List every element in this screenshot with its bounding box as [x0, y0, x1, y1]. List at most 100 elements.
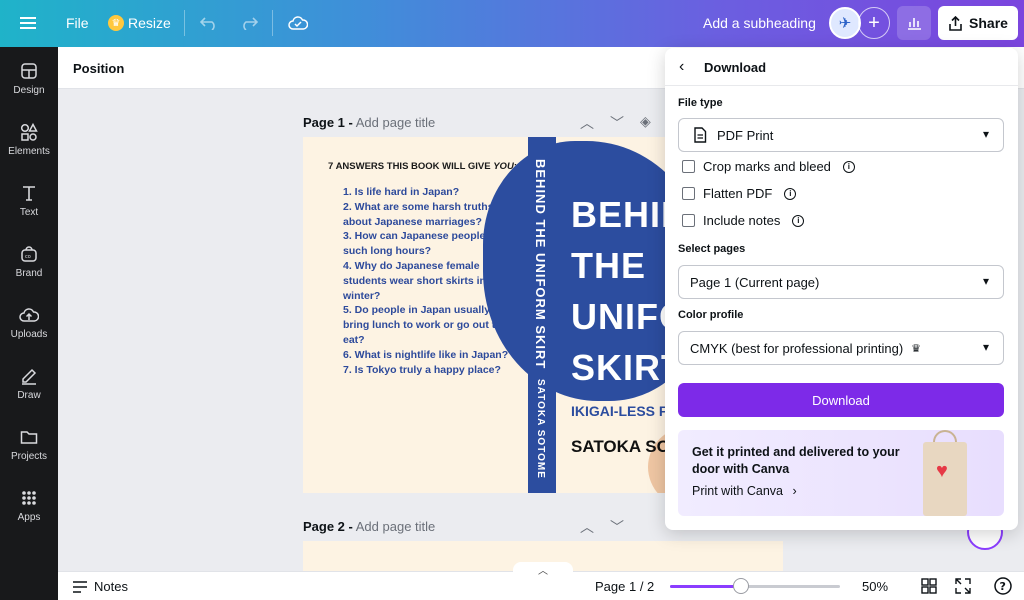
select-pages-select[interactable]: Page 1 (Current page) ▾: [678, 265, 1004, 299]
sidebar-item-label: Text: [19, 206, 39, 218]
front-cover-subtitle: IKIGAI-LESS F: [571, 403, 668, 419]
undo-icon[interactable]: [192, 6, 226, 40]
option-label: Crop marks and bleed: [703, 159, 831, 174]
text-icon: [23, 185, 35, 201]
fullscreen-icon[interactable]: [955, 578, 971, 594]
spine-author: SATOKA SOTOME: [535, 379, 546, 479]
zoom-slider-fill: [670, 585, 742, 588]
page-2-title[interactable]: Page 2 - Add page title: [303, 519, 435, 534]
page-2-controls: ︿ ﹀: [580, 517, 624, 537]
book-spine: BEHIND THE UNIFORM SKIRT SATOKA SOTOME: [528, 137, 556, 493]
include-notes-checkbox[interactable]: [682, 214, 695, 227]
page-indicator[interactable]: Page 1 / 2: [595, 579, 654, 594]
page-title-placeholder: Add page title: [355, 115, 436, 130]
color-profile-select[interactable]: CMYK (best for professional printing) ♛ …: [678, 331, 1004, 365]
sidebar-item-uploads[interactable]: Uploads: [0, 296, 58, 348]
sidebar-item-projects[interactable]: Projects: [0, 418, 58, 470]
document-icon: [694, 127, 707, 143]
chevron-down-icon: ▾: [982, 127, 989, 141]
divider: [184, 10, 185, 36]
chevron-down-icon: ▾: [982, 274, 989, 288]
back-cover-heading: 7 ANSWERS THIS BOOK WILL GIVE YOU:: [328, 161, 517, 172]
avatar[interactable]: ✈: [829, 7, 861, 39]
share-button[interactable]: Share: [938, 6, 1018, 40]
share-label: Share: [969, 15, 1008, 31]
left-sidebar: Design Elements Text co Brand Uploads Dr…: [0, 47, 58, 600]
crop-marks-checkbox[interactable]: [682, 160, 695, 173]
sidebar-item-apps[interactable]: Apps: [0, 479, 58, 531]
back-chevron-icon[interactable]: ‹: [679, 58, 684, 76]
zoom-slider-handle[interactable]: [733, 578, 750, 594]
sidebar-item-label: Uploads: [10, 328, 48, 340]
sidebar-item-draw[interactable]: Draw: [0, 357, 58, 409]
download-panel-header: ‹ Download: [665, 48, 1018, 86]
file-type-label: File type: [678, 97, 723, 109]
insights-icon[interactable]: [897, 6, 931, 40]
help-icon[interactable]: ?: [994, 577, 1012, 595]
position-button[interactable]: Position: [73, 61, 124, 76]
list-item: 1. Is life hard in Japan?: [343, 186, 460, 198]
notes-button[interactable]: Notes: [72, 579, 128, 594]
show-pages-chevron-icon[interactable]: ︿: [513, 562, 573, 577]
zoom-percentage[interactable]: 50%: [862, 579, 888, 594]
page-1-title[interactable]: Page 1 - Add page title: [303, 115, 435, 130]
crop-marks-option[interactable]: Crop marks and bleed i: [682, 159, 855, 174]
crown-icon: ♛: [108, 15, 124, 31]
chevron-down-icon: ▾: [982, 340, 989, 354]
sidebar-item-label: Design: [13, 84, 45, 96]
print-with-canva-link[interactable]: Print with Canva ›: [692, 484, 797, 498]
hamburger-menu-icon[interactable]: [11, 6, 45, 40]
download-button[interactable]: Download: [678, 383, 1004, 417]
move-page-down-icon[interactable]: ﹀: [610, 113, 624, 133]
file-type-select[interactable]: PDF Print ▾: [678, 118, 1004, 152]
move-page-down-icon[interactable]: ﹀: [610, 517, 624, 537]
subheading-text[interactable]: Add a subheading: [703, 15, 816, 31]
sidebar-item-label: Elements: [8, 145, 50, 157]
promo-text: Get it printed and delivered to your doo…: [692, 445, 900, 476]
top-bar: File ♛ Resize Add a subheading ✈ + Share: [0, 0, 1024, 47]
draw-icon: [22, 368, 37, 385]
list-item: 7. Is Tokyo truly a happy place?: [343, 363, 501, 376]
heading-text: 7 ANSWERS THIS BOOK WILL GIVE: [328, 161, 494, 172]
cloud-saved-icon[interactable]: [281, 6, 315, 40]
sidebar-item-label: Projects: [10, 450, 48, 462]
option-label: Include notes: [703, 213, 781, 228]
elements-icon: [20, 122, 38, 141]
grid-view-icon[interactable]: [921, 578, 937, 594]
move-page-up-icon[interactable]: ︿: [580, 517, 594, 537]
add-collaborator-button[interactable]: +: [858, 7, 890, 39]
file-menu-button[interactable]: File: [66, 6, 89, 40]
crown-icon: ♛: [911, 342, 922, 355]
sidebar-item-text[interactable]: Text: [0, 174, 58, 226]
apps-icon: [22, 490, 36, 505]
zoom-slider[interactable]: [670, 578, 840, 594]
file-type-value: PDF Print: [717, 127, 774, 143]
svg-text:co: co: [25, 254, 31, 260]
resize-button[interactable]: ♛ Resize: [108, 6, 171, 40]
sidebar-item-label: Draw: [17, 389, 41, 401]
sidebar-item-design[interactable]: Design: [0, 52, 58, 104]
info-icon[interactable]: i: [784, 187, 797, 200]
flatten-pdf-checkbox[interactable]: [682, 187, 695, 200]
sidebar-item-elements[interactable]: Elements: [0, 113, 58, 165]
notes-icon: [73, 580, 87, 593]
uploads-icon: [19, 307, 39, 322]
design-icon: [21, 62, 37, 79]
info-icon[interactable]: i: [792, 214, 805, 227]
sidebar-item-brand[interactable]: co Brand: [0, 235, 58, 287]
select-pages-label: Select pages: [678, 243, 746, 255]
front-cover-author: SATOKA SO: [571, 437, 670, 456]
include-notes-option[interactable]: Include notes i: [682, 213, 805, 228]
info-icon[interactable]: i: [842, 160, 855, 173]
flatten-pdf-option[interactable]: Flatten PDF i: [682, 186, 797, 201]
move-page-up-icon[interactable]: ︿: [580, 113, 594, 133]
brand-icon: co: [21, 245, 37, 262]
select-pages-value: Page 1 (Current page): [690, 274, 820, 290]
projects-icon: [20, 430, 38, 444]
svg-text:?: ?: [1000, 580, 1006, 593]
resize-label: Resize: [128, 15, 171, 31]
print-promo-card[interactable]: Get it printed and delivered to your doo…: [678, 430, 1004, 516]
download-panel-title: Download: [704, 60, 767, 75]
hide-page-icon[interactable]: ◈: [640, 113, 651, 133]
redo-icon[interactable]: [232, 6, 266, 40]
